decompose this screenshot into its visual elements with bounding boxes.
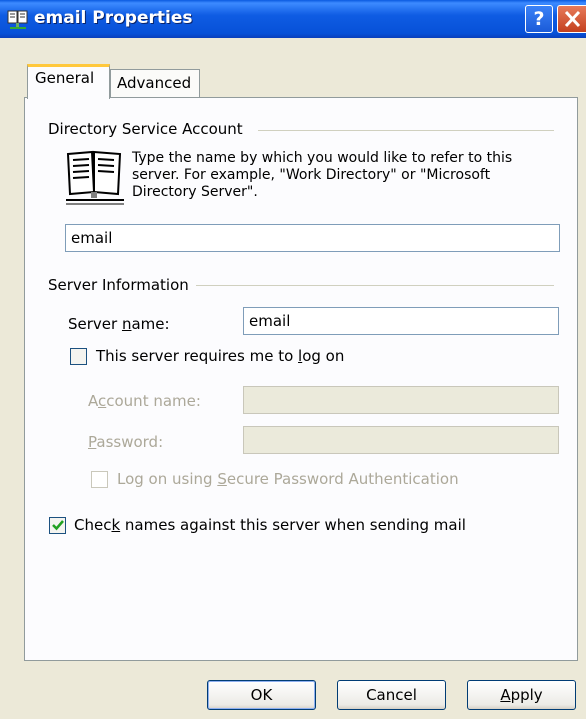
group-divider bbox=[258, 130, 554, 131]
server-name-input[interactable]: email bbox=[243, 307, 559, 335]
address-book-icon bbox=[66, 150, 124, 205]
spa-label[interactable]: Log on using Secure Password Authenticat… bbox=[117, 470, 459, 488]
account-name-label: Account name: bbox=[88, 392, 201, 410]
account-display-name-input[interactable]: email bbox=[65, 224, 560, 252]
check-names-checkbox[interactable] bbox=[49, 517, 66, 534]
check-names-label[interactable]: Check names against this server when sen… bbox=[74, 516, 466, 534]
server-name-label: Server name: bbox=[68, 315, 170, 333]
checkmark-icon bbox=[52, 520, 64, 531]
directory-service-group-label: Directory Service Account bbox=[48, 120, 243, 138]
server-info-group-label: Server Information bbox=[48, 276, 189, 294]
spa-checkbox[interactable] bbox=[91, 471, 108, 488]
apply-button[interactable]: Apply bbox=[467, 680, 576, 710]
requires-logon-label[interactable]: This server requires me to log on bbox=[96, 347, 344, 365]
account-name-input[interactable] bbox=[243, 386, 559, 414]
group-divider bbox=[196, 285, 554, 286]
password-input[interactable] bbox=[243, 426, 559, 454]
requires-logon-checkbox[interactable] bbox=[70, 348, 87, 365]
directory-description: Type the name by which you would like to… bbox=[132, 150, 513, 200]
ok-button[interactable]: OK bbox=[207, 680, 316, 710]
password-label: Password: bbox=[88, 433, 164, 451]
cancel-button[interactable]: Cancel bbox=[337, 680, 446, 710]
